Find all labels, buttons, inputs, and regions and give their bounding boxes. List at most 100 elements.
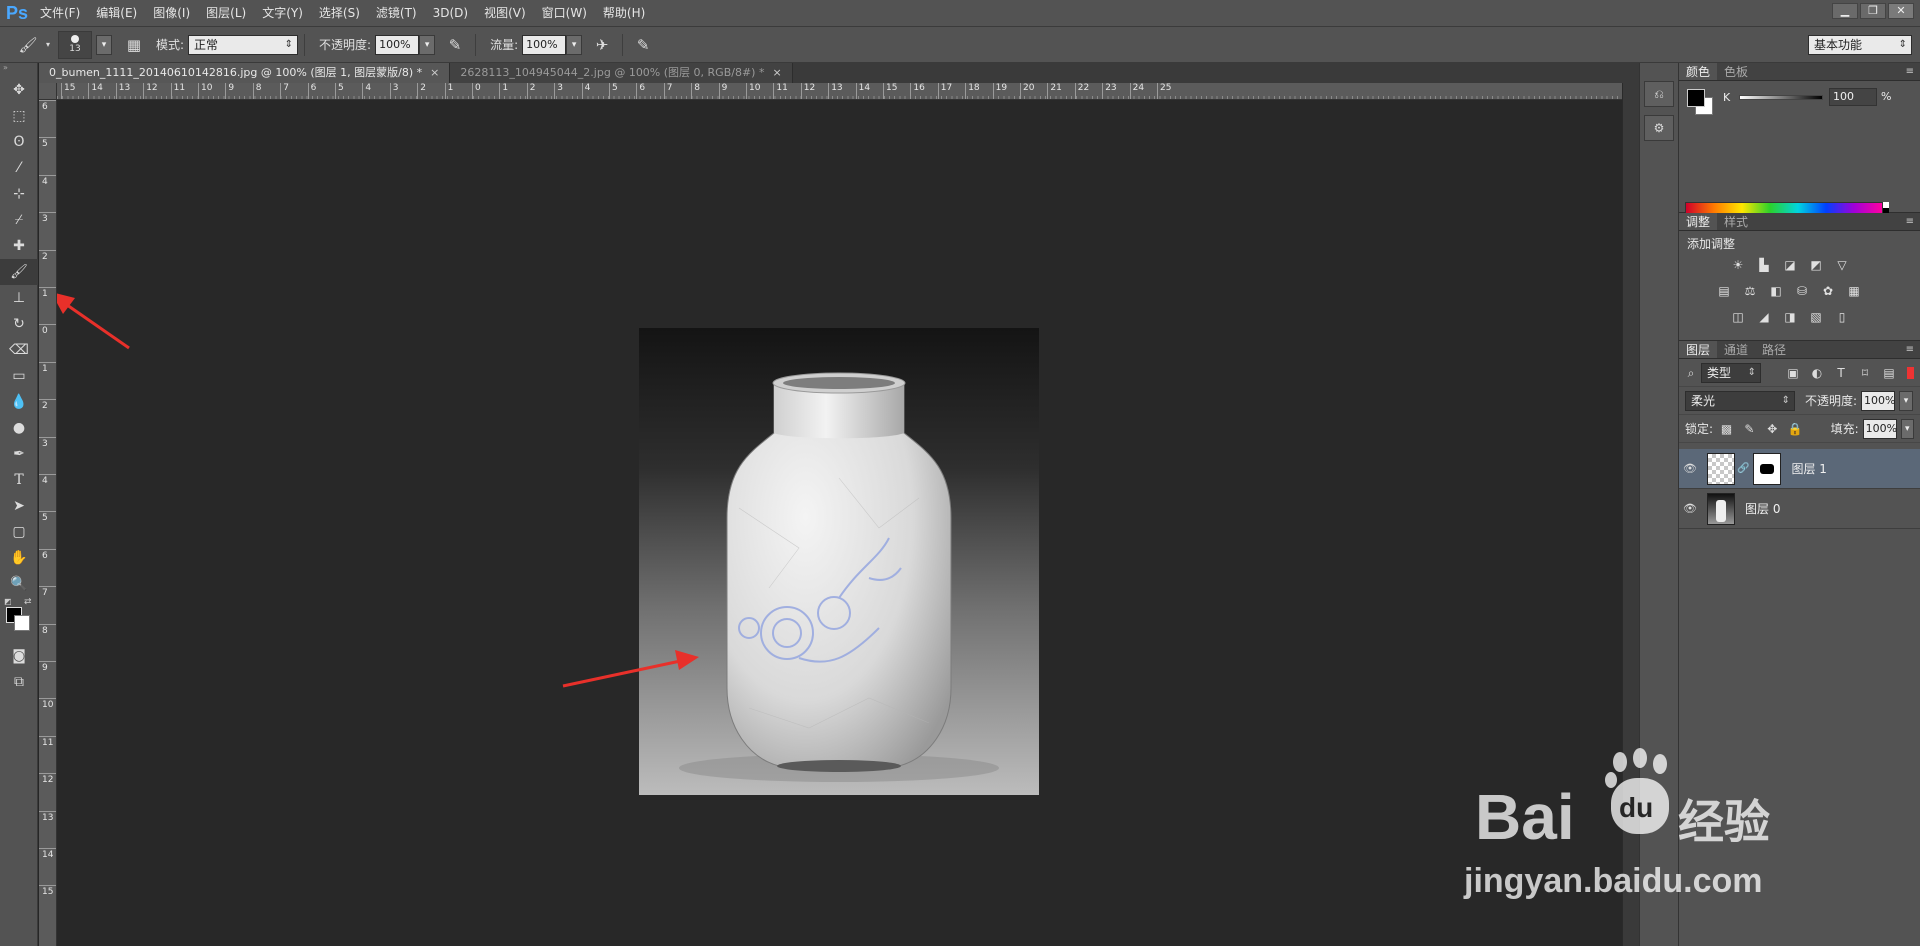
background-color-swatch[interactable] — [14, 615, 30, 631]
levels-icon[interactable]: ▙ — [1753, 255, 1775, 275]
posterize-icon[interactable]: ◢ — [1753, 307, 1775, 327]
lasso-tool-icon[interactable]: ʘ — [0, 129, 38, 155]
minimize-button[interactable]: ▁ — [1832, 3, 1858, 19]
layer-name[interactable]: 图层 1 — [1791, 460, 1826, 477]
k-value-input[interactable]: 100 — [1829, 88, 1877, 106]
smart-object-filter-icon[interactable]: ▤ — [1879, 363, 1899, 383]
gradient-map-icon[interactable]: ▧ — [1805, 307, 1827, 327]
airbrush-icon[interactable]: ✈ — [588, 31, 616, 59]
pen-tool-icon[interactable]: ✒ — [0, 441, 38, 467]
panel-menu-icon[interactable]: ≡ — [1906, 341, 1914, 359]
selective-color-icon[interactable]: ▯ — [1831, 307, 1853, 327]
shape-filter-icon[interactable]: ⌑ — [1855, 363, 1875, 383]
exposure-icon[interactable]: ◩ — [1805, 255, 1827, 275]
menu-item-7[interactable]: 3D(D) — [425, 0, 476, 27]
screen-mode-icon[interactable]: ⧉ — [0, 669, 38, 695]
healing-brush-tool-icon[interactable]: ✚ — [0, 233, 38, 259]
path-selection-tool-icon[interactable]: ➤ — [0, 493, 38, 519]
visibility-eye-icon[interactable]: 👁 — [1679, 502, 1701, 515]
tab-adjustments[interactable]: 调整 — [1679, 213, 1718, 230]
history-brush-tool-icon[interactable]: ↻ — [0, 311, 38, 337]
eraser-tool-icon[interactable]: ⌫ — [0, 337, 38, 363]
brush-tool-icon[interactable]: 🖌 — [0, 259, 38, 285]
layer-mask-thumbnail[interactable] — [1753, 452, 1782, 485]
menu-item-8[interactable]: 视图(V) — [476, 0, 534, 27]
opacity-input[interactable]: 100% — [375, 34, 420, 55]
layer-name[interactable]: 图层 0 — [1745, 500, 1780, 517]
k-slider[interactable] — [1739, 95, 1823, 100]
menu-item-10[interactable]: 帮助(H) — [595, 0, 653, 27]
properties-panel-icon[interactable]: ⚙ — [1644, 115, 1674, 141]
blur-tool-icon[interactable]: 💧 — [0, 389, 38, 415]
swap-colors-icon[interactable]: ⇄ — [24, 597, 32, 607]
rectangle-tool-icon[interactable]: ▢ — [0, 519, 38, 545]
quick-selection-tool-icon[interactable]: ⁄ — [0, 155, 38, 181]
menu-item-9[interactable]: 窗口(W) — [534, 0, 595, 27]
filter-kind-select[interactable]: 类型 — [1701, 362, 1761, 383]
layer-thumbnail[interactable] — [1707, 452, 1735, 485]
menu-item-6[interactable]: 滤镜(T) — [368, 0, 425, 27]
pixel-filter-icon[interactable]: ▣ — [1783, 363, 1803, 383]
panel-foreground-swatch[interactable] — [1687, 89, 1705, 107]
eyedropper-tool-icon[interactable]: ⌿ — [0, 207, 38, 233]
tab-paths[interactable]: 路径 — [1755, 341, 1793, 358]
zoom-tool-icon[interactable]: 🔍 — [0, 571, 38, 597]
fill-dropdown[interactable]: ▾ — [1900, 418, 1914, 439]
pressure-opacity-icon[interactable]: ✎ — [441, 31, 469, 59]
tab-color[interactable]: 颜色 — [1679, 63, 1718, 80]
hue-saturation-icon[interactable]: ▤ — [1713, 281, 1735, 301]
fill-input[interactable]: 100% — [1862, 418, 1897, 439]
tab-layers[interactable]: 图层 — [1679, 341, 1718, 358]
layer-row-1[interactable]: 👁 🔗 图层 1 — [1679, 449, 1920, 489]
panel-menu-icon[interactable]: ≡ — [1906, 63, 1914, 81]
brush-preset-icon[interactable]: 🖌 — [14, 31, 42, 59]
lock-position-icon[interactable]: ✥ — [1763, 419, 1782, 439]
menu-item-3[interactable]: 图层(L) — [198, 0, 254, 27]
type-filter-icon[interactable]: T — [1831, 363, 1851, 383]
vertical-scrollbar[interactable] — [1622, 83, 1639, 946]
move-tool-icon[interactable]: ✥ — [0, 77, 38, 103]
layer-thumbnail[interactable] — [1707, 492, 1735, 525]
panel-collapse-icon[interactable]: » — [0, 63, 37, 77]
invert-icon[interactable]: ◫ — [1727, 307, 1749, 327]
flow-dropdown[interactable]: ▾ — [566, 34, 583, 55]
color-balance-icon[interactable]: ⚖ — [1739, 281, 1761, 301]
lock-transparency-icon[interactable]: ▩ — [1717, 419, 1736, 439]
vertical-ruler[interactable]: 6 5 4 3 2 1 0 1 2 3 4 5 6 7 8 9 10 11 12 13 14 15 — [39, 100, 57, 946]
mode-select[interactable]: 正常 — [188, 34, 299, 55]
menu-item-4[interactable]: 文字(Y) — [254, 0, 311, 27]
adjustment-filter-icon[interactable]: ◐ — [1807, 363, 1827, 383]
workspace-select[interactable]: 基本功能 — [1808, 35, 1912, 55]
lock-all-icon[interactable]: 🔒 — [1786, 419, 1805, 439]
marquee-tool-icon[interactable]: ⬚ — [0, 103, 38, 129]
close-tab-icon[interactable]: × — [430, 66, 439, 79]
horizontal-ruler[interactable]: 15 14 13 12 11 10 9 8 7 6 5 4 3 2 1 0 1 2 3 4 5 6 7 8 9 10 11 12 13 1… — [57, 83, 1639, 100]
quick-mask-icon[interactable]: ◙ — [0, 643, 38, 669]
close-window-button[interactable]: ✕ — [1888, 3, 1914, 19]
close-tab-icon[interactable]: × — [772, 66, 781, 79]
pressure-size-icon[interactable]: ✎ — [629, 31, 657, 59]
mask-link-icon[interactable]: 🔗 — [1737, 463, 1749, 474]
tab-document-2[interactable]: 2628113_104945044_2.jpg @ 100% (图层 0, RG… — [450, 63, 793, 83]
lock-pixels-icon[interactable]: ✎ — [1740, 419, 1759, 439]
threshold-icon[interactable]: ◨ — [1779, 307, 1801, 327]
color-swatches[interactable]: ◩ ⇄ — [0, 597, 38, 643]
curves-icon[interactable]: ◪ — [1779, 255, 1801, 275]
canvas-area[interactable] — [57, 100, 1639, 946]
layer-row-0[interactable]: 👁 图层 0 — [1679, 489, 1920, 529]
opacity-dropdown[interactable]: ▾ — [419, 34, 436, 55]
hand-tool-icon[interactable]: ✋ — [0, 545, 38, 571]
layer-opacity-input[interactable]: 100% — [1861, 390, 1896, 411]
gradient-tool-icon[interactable]: ▭ — [0, 363, 38, 389]
color-lookup-icon[interactable]: ▦ — [1843, 281, 1865, 301]
tab-swatches[interactable]: 色板 — [1717, 63, 1755, 80]
vibrance-icon[interactable]: ▽ — [1831, 255, 1853, 275]
filter-toggle-icon[interactable] — [1907, 366, 1914, 379]
brightness-icon[interactable]: ☀ — [1727, 255, 1749, 275]
layer-opacity-dropdown[interactable]: ▾ — [1899, 390, 1914, 411]
menu-item-5[interactable]: 选择(S) — [311, 0, 368, 27]
flow-input[interactable]: 100% — [522, 34, 567, 55]
menu-item-2[interactable]: 图像(I) — [145, 0, 198, 27]
menu-item-0[interactable]: 文件(F) — [32, 0, 88, 27]
brush-size-dropdown[interactable]: ▾ — [96, 34, 112, 55]
